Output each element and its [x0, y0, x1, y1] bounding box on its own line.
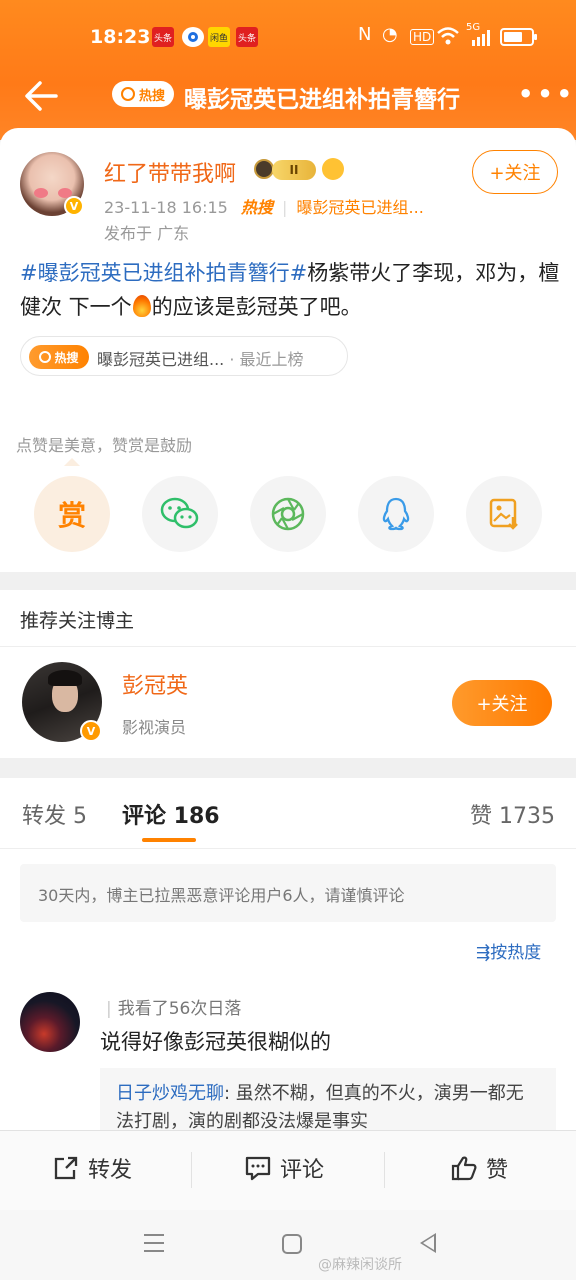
verified-badge-icon: V	[64, 196, 84, 216]
recommend-title: 推荐关注博主	[20, 610, 135, 632]
wifi-icon	[437, 27, 459, 45]
app-notification-icon	[182, 27, 204, 47]
repost-button[interactable]: 转发	[52, 1152, 132, 1184]
reward-button[interactable]: 赏	[34, 476, 110, 552]
home-icon[interactable]	[282, 1234, 302, 1254]
hot-search-logo: 热搜	[240, 198, 273, 217]
toutiao-notification-icon: 头条	[152, 27, 174, 47]
reward-hint: 点赞是美意，赞赏是鼓励	[16, 436, 193, 455]
follow-button[interactable]: +关注	[472, 150, 558, 194]
battery-icon	[500, 28, 537, 46]
alarm-icon: ◔	[382, 24, 398, 45]
wechat-icon	[160, 497, 199, 529]
topic-chip-topic: 曝彭冠英已进组...	[97, 350, 225, 369]
tab-likes[interactable]: 赞 1735	[470, 798, 555, 830]
toutiao-notification-icon-2: 头条	[236, 27, 258, 47]
level-badge: II	[272, 160, 316, 180]
chick-badge-icon	[322, 158, 344, 180]
topic-chip-status: · 最近上榜	[229, 350, 304, 369]
reply-username[interactable]: 日子炒鸡无聊	[116, 1083, 224, 1104]
post-body: #曝彭冠英已进组补拍青簪行#杨紫带火了李现，邓为，檀健次 下一个 的应该是彭冠英了…	[20, 256, 560, 324]
status-time: 18:23	[90, 26, 151, 48]
status-bar: 18:23 头条 闲鱼 头条 N ◔ HD 5G	[0, 0, 576, 70]
hint-caret	[64, 458, 80, 466]
thumbs-up-icon	[451, 1156, 477, 1181]
share-icon	[54, 1156, 78, 1180]
nfc-icon: N	[358, 24, 372, 45]
post-text-part2: 的应该是彭冠英了吧。	[151, 295, 362, 319]
back-icon[interactable]	[420, 1233, 436, 1253]
save-image-button[interactable]	[466, 476, 542, 552]
recommend-name[interactable]: 彭冠英	[122, 668, 188, 700]
divider	[191, 1152, 192, 1188]
hd-icon: HD	[410, 29, 435, 45]
divider	[0, 646, 576, 647]
recommend-desc: 影视演员	[122, 718, 187, 737]
sort-by-hot-button[interactable]: ⇶按热度	[476, 938, 541, 963]
post-location: 发布于 广东	[104, 224, 190, 243]
tab-comments[interactable]: 评论 186	[122, 798, 220, 830]
share-moments-button[interactable]	[250, 476, 326, 552]
poster-username[interactable]: 红了带带我啊	[104, 156, 236, 188]
share-wechat-button[interactable]	[142, 476, 218, 552]
search-icon	[39, 351, 52, 363]
divider	[0, 848, 576, 849]
meta-topic-link[interactable]: 曝彭冠英已进组...	[297, 198, 424, 217]
hot-search-badge: 热搜	[29, 345, 89, 369]
back-arrow-icon[interactable]	[22, 78, 62, 114]
sort-icon: ⇶	[476, 943, 491, 963]
recommend-follow-button[interactable]: +关注	[452, 680, 552, 726]
comment-notice: 30天内，博主已拉黑恶意评论用户6人，请谨慎评论	[20, 864, 556, 922]
hot-search-tag[interactable]: 热搜	[112, 81, 174, 107]
verified-badge-icon: V	[80, 720, 102, 742]
xianyu-notification-icon: 闲鱼	[208, 27, 230, 47]
save-image-icon	[489, 498, 518, 530]
qq-icon	[382, 497, 410, 531]
menu-icon[interactable]	[144, 1234, 164, 1252]
more-options-icon[interactable]: •••	[518, 80, 576, 108]
watermark: @麻辣闲谈所	[318, 1257, 402, 1273]
like-button[interactable]: 赞	[450, 1152, 508, 1184]
crown-icon	[254, 159, 274, 179]
signal-icon	[472, 30, 490, 46]
post-meta: 23-11-18 16:15 热搜 | 曝彭冠英已进组...	[104, 198, 424, 217]
divider	[384, 1152, 385, 1188]
comment-text: 说得好像彭冠英很糊似的	[100, 1030, 331, 1054]
search-icon	[120, 87, 135, 101]
comment-icon	[245, 1156, 271, 1181]
commenter-name[interactable]: | 我看了56次日落	[106, 994, 241, 1019]
active-tab-indicator	[142, 838, 196, 842]
fire-emoji-icon	[132, 295, 151, 317]
topic-chip[interactable]: 热搜 曝彭冠英已进组... · 最近上榜	[20, 336, 348, 376]
comment-button[interactable]: 评论	[244, 1152, 324, 1184]
comment-reply[interactable]: 日子炒鸡无聊: 虽然不糊，但真的不火，演男一都无法打剧，演的剧都没法爆是事实	[100, 1068, 556, 1130]
commenter-avatar[interactable]	[20, 992, 80, 1052]
nav-row: 热搜 曝彭冠英已进组补拍青簪行 •••	[0, 70, 576, 120]
tab-repost[interactable]: 转发 5	[22, 798, 87, 830]
page-title: 曝彭冠英已进组补拍青簪行	[184, 87, 460, 113]
share-qq-button[interactable]	[358, 476, 434, 552]
hashtag-link[interactable]: #曝彭冠英已进组补拍青簪行#	[20, 261, 307, 285]
post-timestamp: 23-11-18 16:15	[104, 198, 228, 217]
moments-icon	[271, 497, 305, 531]
